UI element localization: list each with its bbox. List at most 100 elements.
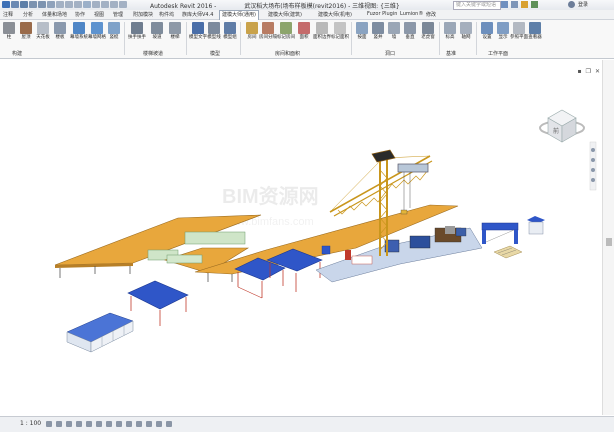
mullion-tool[interactable]: 竖梃 xyxy=(105,21,123,40)
shaft-icon xyxy=(372,22,384,34)
level-icon xyxy=(444,22,456,34)
railing-icon xyxy=(131,22,143,34)
user-icon[interactable] xyxy=(568,1,575,8)
tab-fuzor-plugin[interactable]: Fuzor Plugin xyxy=(367,11,397,17)
mullion-icon xyxy=(108,22,120,34)
reference-plane-icon xyxy=(513,22,525,34)
tab-family-master[interactable]: 族库大师V4.4 xyxy=(182,11,213,18)
ribbon-tabs: 注释 分析 体量和场地 协作 视图 管理 附加模块 构件坞 族库大师V4.4 建… xyxy=(0,10,614,20)
tab-annotate[interactable]: 注释 xyxy=(3,11,13,18)
railing-tool[interactable]: 扶手扶手 xyxy=(128,21,146,40)
close-hidden-icon[interactable] xyxy=(110,1,118,8)
ramp-icon xyxy=(151,22,163,34)
revit-app-icon[interactable] xyxy=(2,1,10,8)
grid-tool[interactable]: 轴网 xyxy=(457,21,475,40)
search-input[interactable]: 键入关键字或短语 xyxy=(453,1,501,10)
tab-manage[interactable]: 管理 xyxy=(113,11,123,18)
analytical-model-icon[interactable] xyxy=(156,421,162,427)
3d-viewport[interactable]: BIM资源网 www.bimfans.com 前 xyxy=(0,60,602,415)
show-crop-icon[interactable] xyxy=(106,421,112,427)
model-text-icon xyxy=(192,22,204,34)
curtain-system-tool[interactable]: 幕墙系统 xyxy=(70,21,88,40)
annotate-icon[interactable] xyxy=(65,1,73,8)
tab-modeling-general[interactable]: 建模大师(通用) xyxy=(219,10,259,20)
open-icon[interactable] xyxy=(11,1,19,8)
print-icon[interactable] xyxy=(47,1,55,8)
favorites-icon[interactable] xyxy=(531,1,538,8)
ribbon-separator xyxy=(124,22,125,55)
minimize-icon[interactable]: ▪ xyxy=(578,68,582,75)
login-link[interactable]: 登录 xyxy=(578,1,588,8)
wall-opening-icon xyxy=(388,22,400,34)
vertical-scrollbar[interactable] xyxy=(602,60,614,415)
section-icon[interactable] xyxy=(92,1,100,8)
highlight-displacement-icon[interactable] xyxy=(166,421,172,427)
scrollbar-thumb[interactable] xyxy=(606,238,612,246)
lock-3d-icon[interactable] xyxy=(116,421,122,427)
ceiling-tool[interactable]: 天花板 xyxy=(34,21,52,40)
communication-icon[interactable] xyxy=(521,1,528,8)
stair-tool[interactable]: 楼梯 xyxy=(166,21,184,40)
model-scene: BIM资源网 www.bimfans.com 前 xyxy=(54,109,597,353)
floor-tool[interactable]: 楼板 xyxy=(51,21,69,40)
render-icon[interactable] xyxy=(86,421,92,427)
tag-area-tool[interactable]: 标记面积 xyxy=(331,21,349,40)
search-icon[interactable] xyxy=(501,1,508,8)
tab-analyze[interactable]: 分析 xyxy=(23,11,33,18)
office-containers xyxy=(66,312,134,353)
dormer-tool[interactable]: 老虎窗 xyxy=(419,21,437,40)
ramp-tool[interactable]: 坡道 xyxy=(148,21,166,40)
stair-icon xyxy=(169,22,181,34)
reveal-hidden-icon[interactable] xyxy=(136,421,142,427)
3d-view-icon[interactable] xyxy=(83,1,91,8)
sun-path-icon[interactable] xyxy=(66,421,72,427)
tab-view[interactable]: 视图 xyxy=(94,11,104,18)
area-boundary-tool[interactable]: 面积边界 xyxy=(313,21,331,40)
tab-lumion[interactable]: Lumion® xyxy=(400,11,423,17)
ribbon: 柱 屋顶 天花板 楼板 幕墙系统 幕墙网格 竖梃 扶手扶手 坡道 楼梯 模型文字… xyxy=(0,20,614,59)
close-icon[interactable]: ✕ xyxy=(595,68,600,75)
tab-modeling-mep[interactable]: 建模大师(机电) xyxy=(318,11,352,18)
vertical-opening-tool[interactable]: 垂直 xyxy=(401,21,419,40)
view-control-bar: 1 : 100 xyxy=(0,416,614,432)
detail-level-icon[interactable] xyxy=(46,421,52,427)
visual-style-icon[interactable] xyxy=(56,421,62,427)
panel-label-model: 模型 xyxy=(210,51,221,57)
area-tool[interactable]: 面积 xyxy=(295,21,313,40)
temporary-hide-icon[interactable] xyxy=(126,421,132,427)
tab-collaborate[interactable]: 协作 xyxy=(75,11,85,18)
room-separator-tool[interactable]: 房间分隔 xyxy=(259,21,277,40)
tab-modify[interactable]: 修改 xyxy=(426,11,436,18)
undo-icon[interactable] xyxy=(29,1,37,8)
save-icon[interactable] xyxy=(20,1,28,8)
subscription-icon[interactable] xyxy=(511,1,518,8)
crop-view-icon[interactable] xyxy=(96,421,102,427)
switch-windows-icon[interactable] xyxy=(119,1,127,8)
navigation-bar[interactable] xyxy=(589,141,597,191)
shadows-icon[interactable] xyxy=(76,421,82,427)
viewer-tool[interactable]: 查看器 xyxy=(526,21,544,40)
curtain-grid-tool[interactable]: 幕墙网格 xyxy=(88,21,106,40)
tab-massing-site[interactable]: 体量和场地 xyxy=(42,11,67,18)
thin-lines-icon[interactable] xyxy=(101,1,109,8)
scale-label[interactable]: 1 : 100 xyxy=(20,420,41,427)
worksharing-icon[interactable] xyxy=(146,421,152,427)
restore-icon[interactable]: ❐ xyxy=(586,68,591,75)
area-boundary-icon xyxy=(316,22,328,34)
measure-icon[interactable] xyxy=(56,1,64,8)
room-separator-icon xyxy=(262,22,274,34)
panel-label-opening: 洞口 xyxy=(385,51,396,57)
model-group-tool[interactable]: 模型组 xyxy=(221,21,239,40)
tab-modeling-architecture[interactable]: 建模大师(建筑) xyxy=(268,11,302,18)
column-tool[interactable]: 柱 xyxy=(0,21,18,40)
roof-tool[interactable]: 屋顶 xyxy=(17,21,35,40)
viewcube-face-label: 前 xyxy=(553,127,559,135)
roof-icon xyxy=(20,22,32,34)
view-window-controls: ▪ ❐ ✕ xyxy=(578,68,601,75)
viewcube[interactable]: 前 xyxy=(539,109,585,143)
tab-component-dock[interactable]: 构件坞 xyxy=(159,11,174,18)
redo-icon[interactable] xyxy=(38,1,46,8)
tab-add-ins[interactable]: 附加模块 xyxy=(133,11,153,18)
text-icon[interactable] xyxy=(74,1,82,8)
tag-room-tool[interactable]: 标记房间 xyxy=(277,21,295,40)
